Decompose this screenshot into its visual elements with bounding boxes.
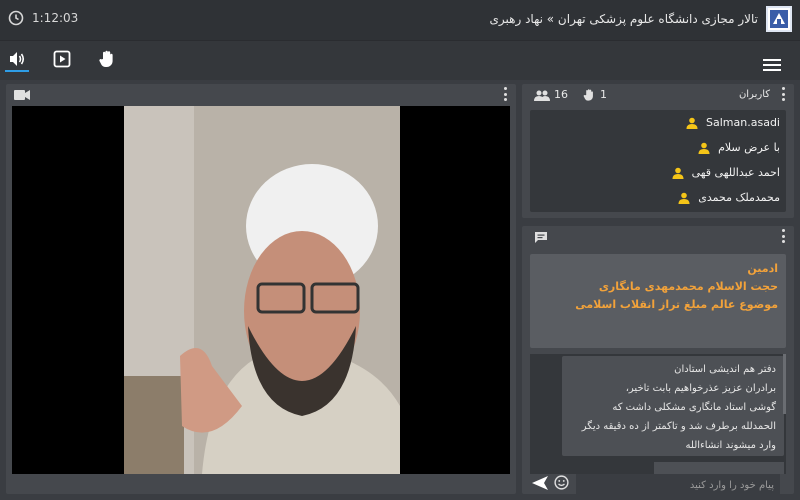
admin-line: موضوع عالم مبلغ تراز انقلاب اسلامی	[575, 298, 778, 311]
send-icon[interactable]	[532, 476, 548, 490]
video-stream	[12, 106, 510, 474]
chat-panel-header	[522, 226, 794, 246]
raise-hand-button[interactable]	[95, 47, 119, 71]
message-line: گوشی استاد مانگاری مشکلی داشت که	[612, 402, 776, 413]
elapsed-time: 1:12:03	[32, 11, 79, 25]
message-line: الحمدلله برطرف شد و تاکمتر از ده دقیقه د…	[581, 421, 776, 432]
video-panel-options-button[interactable]	[504, 87, 508, 101]
audio-active-indicator	[5, 70, 29, 72]
user-icon	[686, 117, 698, 129]
clock-icon	[8, 10, 24, 26]
speaker-video-feed	[12, 106, 510, 474]
user-icon	[698, 142, 710, 154]
top-bar: 1:12:03 تالار مجازی دانشگاه علوم پزشکی ت…	[0, 0, 800, 40]
users-list: Salman.asadi با عرض سلام احمد عبداللهی ق…	[530, 110, 786, 212]
list-item[interactable]: با عرض سلام	[530, 135, 786, 160]
speaker-icon	[10, 52, 25, 66]
audio-button[interactable]	[5, 47, 29, 71]
list-item[interactable]: Salman.asadi	[530, 110, 786, 135]
users-panel-options-button[interactable]	[782, 87, 786, 101]
emoji-icon[interactable]	[554, 475, 569, 490]
video-panel	[6, 84, 516, 494]
user-name: با عرض سلام	[718, 141, 780, 154]
video-camera-icon	[14, 90, 30, 100]
users-group-icon	[534, 90, 550, 101]
admin-line: حجت الاسلام محمدمهدی مانگاری	[598, 280, 778, 293]
pinned-admin-message: ادمین حجت الاسلام محمدمهدی مانگاری موضوع…	[530, 254, 786, 348]
next-message-partial	[654, 462, 784, 474]
toolbar	[0, 40, 800, 80]
user-name: Salman.asadi	[706, 116, 780, 129]
session-clock: 1:12:03	[8, 10, 78, 26]
chat-scrollbar[interactable]	[783, 354, 786, 414]
hamburger-menu-icon	[763, 59, 781, 71]
chat-input-bar	[530, 474, 786, 496]
chat-icon	[535, 232, 547, 243]
users-count: 16	[554, 88, 568, 101]
main-menu-button[interactable]	[760, 53, 784, 77]
raised-hands-count: 1	[600, 88, 607, 101]
video-panel-header	[6, 84, 516, 104]
user-icon	[672, 167, 684, 179]
raise-hand-icon	[99, 50, 113, 67]
users-panel: 16 1 کاربران Salman.asadi با عرض سلام اح…	[522, 84, 794, 218]
logo-icon	[770, 10, 788, 28]
list-item[interactable]: احمد عبداللهی قهی	[530, 160, 786, 185]
user-icon	[678, 192, 690, 204]
raised-hands-icon	[583, 89, 593, 101]
chat-messages[interactable]: دفتر هم اندیشی استادان برادران عزیز عذرخ…	[530, 354, 786, 474]
page-title: تالار مجازی دانشگاه علوم پزشکی تهران » ن…	[489, 12, 758, 26]
university-logo	[766, 6, 792, 32]
play-icon	[53, 50, 71, 68]
chat-input[interactable]	[576, 474, 780, 496]
message-line: وارد میشوند انشاءالله	[685, 440, 776, 451]
chat-panel-options-button[interactable]	[782, 229, 786, 243]
user-name: احمد عبداللهی قهی	[691, 166, 780, 179]
chat-panel: ادمین حجت الاسلام محمدمهدی مانگاری موضوع…	[522, 226, 794, 496]
chat-message: دفتر هم اندیشی استادان برادران عزیز عذرخ…	[562, 356, 784, 456]
list-item[interactable]: محمدملک محمدی	[530, 185, 786, 210]
users-panel-header: 16 1 کاربران	[522, 84, 794, 106]
title-area: تالار مجازی دانشگاه علوم پزشکی تهران » ن…	[490, 6, 792, 32]
message-line: دفتر هم اندیشی استادان	[674, 364, 776, 375]
message-line: برادران عزیز عذرخواهیم بابت تاخیر،	[625, 383, 776, 394]
users-panel-title: کاربران	[738, 89, 770, 100]
share-media-button[interactable]	[50, 47, 74, 71]
admin-line: ادمین	[747, 262, 778, 275]
user-name: محمدملک محمدی	[698, 191, 780, 204]
